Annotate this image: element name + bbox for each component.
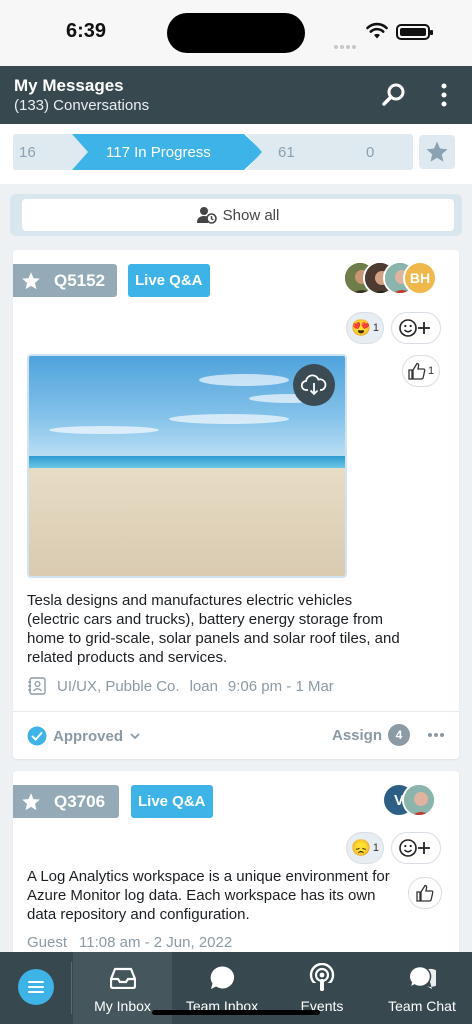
battery-icon [396,24,433,40]
question-id-badge: Q3706 [13,785,119,818]
author-name[interactable]: Guest [27,934,67,951]
card-footer: Approved Assign 4 [13,711,459,759]
thumbs-up-icon [408,362,426,380]
more-horizontal-icon[interactable] [427,732,445,738]
status-bar: 6:39 [0,0,472,66]
dynamic-island [167,13,305,53]
message-meta: Guest 11:08 am - 2 Jun, 2022 [27,934,232,951]
user-clock-icon [196,207,217,224]
star-icon [426,141,448,162]
author-name[interactable]: loan [190,678,218,695]
menu-button[interactable] [18,969,54,1005]
pipeline-step-in-progress[interactable]: 117 In Progress [72,134,264,170]
starred-filter-button[interactable] [419,135,455,169]
timestamp: 11:08 am - 2 Jun, 2022 [79,934,233,951]
assign-button[interactable]: Assign 4 [332,724,411,746]
heart-eyes-emoji-icon: 😍 [350,320,371,337]
search-icon[interactable] [381,82,407,108]
pipeline-step-closed[interactable]: 0 [334,134,413,170]
add-reaction-button[interactable] [391,312,441,344]
show-all-label: Show all [222,206,280,224]
thumbs-up-reaction[interactable]: 1 [402,355,440,387]
reaction-heart-eyes[interactable]: 😍 1 [346,312,384,344]
live-qa-tag: Live Q&A [128,264,210,297]
avatar[interactable]: BH [403,261,437,295]
reaction-sad[interactable]: 😞 1 [346,832,384,864]
cellular-signal-icon [334,36,360,49]
live-qa-tag: Live Q&A [131,785,213,818]
add-emoji-icon [399,839,430,857]
conversation-card[interactable]: Q5152 Live Q&A BH 😍 1 1 Tesla designs an… [13,250,459,759]
chevron-down-icon [130,733,140,740]
cloud-download-icon[interactable] [293,364,335,406]
conversation-count: (133) Conversations [14,97,150,114]
page-title: My Messages [14,76,124,95]
contact-card-icon [28,677,46,695]
avatar[interactable] [402,783,436,817]
app-header: My Messages (133) Conversations [0,66,472,124]
add-emoji-icon [399,319,430,337]
podcast-icon [309,963,335,991]
conversation-card[interactable]: Q3706 Live Q&A V 😞 1 A Log Analytics wor… [13,771,459,961]
thumbs-up-icon [416,884,434,902]
more-vertical-icon[interactable] [436,82,452,108]
status-time: 6:39 [66,20,107,42]
star-icon[interactable] [13,792,49,812]
star-icon[interactable] [13,271,49,291]
status-dropdown[interactable]: Approved [27,726,141,746]
home-indicator [152,1010,320,1015]
hamburger-icon [28,981,44,993]
inbox-icon [109,967,136,989]
beach-photo[interactable] [27,354,347,578]
assign-count-badge: 4 [388,724,411,746]
team-name: UI/UX, Pubble Co. [57,677,180,695]
thumbs-up-reaction[interactable] [408,877,442,909]
message-text: Tesla designs and manufactures electric … [27,592,400,666]
nav-label: My Inbox [94,998,151,1014]
chat-bubbles-icon [408,965,436,990]
nav-label: Team Chat [388,998,456,1014]
message-text: A Log Analytics workspace is a unique en… [27,868,390,923]
nav-team-chat[interactable]: Team Chat [378,952,466,1024]
show-all-button[interactable]: Show all [22,199,454,231]
pipeline-filter: 16 117 In Progress 61 0 [0,124,472,184]
message-meta: UI/UX, Pubble Co. loan 9:06 pm - 1 Mar [27,677,334,695]
assign-label: Assign [332,726,383,744]
timestamp: 9:06 pm - 1 Mar [227,677,334,695]
add-reaction-button[interactable] [391,832,441,864]
status-label: Approved [53,727,124,745]
wifi-icon [366,22,388,39]
check-circle-icon [27,726,47,746]
chat-bubble-icon [210,966,235,989]
question-id-badge: Q5152 [13,264,117,297]
show-all-bar: Show all [10,194,462,236]
sad-emoji-icon: 😞 [350,840,371,857]
